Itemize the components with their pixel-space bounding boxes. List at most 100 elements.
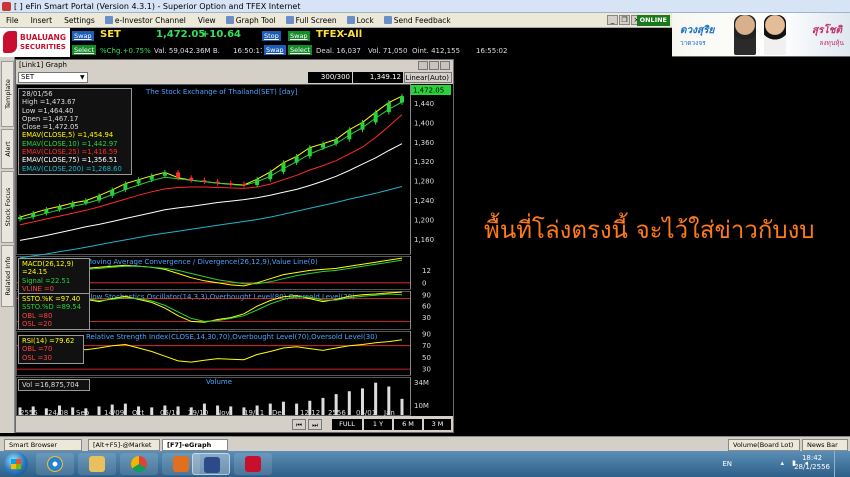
menu-full-screen[interactable]: Full Screen — [282, 13, 343, 27]
candle-body — [83, 200, 88, 203]
ad-text-2: วาดวงจร — [680, 39, 706, 47]
menu-view[interactable]: View — [192, 13, 222, 27]
menu-graph-tool[interactable]: Graph Tool — [222, 13, 282, 27]
candle-body — [97, 195, 102, 201]
candle-body — [70, 203, 75, 207]
price-tick-label: 1,440 — [414, 100, 434, 108]
minimize-icon[interactable]: _ — [607, 15, 618, 25]
tab-smart-browser[interactable]: Smart Browser — [4, 439, 82, 451]
rsi-tick-label: 30 — [422, 366, 431, 374]
window-title: eFin Smart Portal (Version 4.3.1) - Supe… — [25, 2, 301, 11]
tfex-deal: Deal. 16,037 — [316, 47, 361, 55]
range-3m-button[interactable]: 3 M — [424, 419, 451, 430]
set-value: Val. 59,042.36M B. — [154, 47, 220, 55]
time-tick-label: 19/11 — [244, 409, 264, 416]
candle-body — [360, 122, 365, 130]
sto-tick-label: 60 — [422, 303, 431, 311]
rsi-tick-label: 90 — [422, 330, 431, 338]
candle-body — [281, 162, 286, 172]
graph-close-icon[interactable] — [440, 61, 450, 70]
taskbar-other[interactable] — [234, 453, 272, 475]
language-indicator[interactable]: EN — [722, 460, 732, 468]
graph-window-title: [Link1] Graph — [19, 61, 67, 69]
tab-stock-focus[interactable]: Stock Focus — [1, 171, 14, 243]
start-button[interactable] — [4, 452, 28, 476]
rsi-tick-label: 70 — [422, 342, 431, 350]
tab-egraph[interactable]: [F7]-eGraph — [162, 439, 228, 451]
candle-body — [123, 183, 128, 190]
tfex-swap-button[interactable]: Swap — [264, 45, 286, 55]
logo-name: BUALUANG — [20, 33, 66, 42]
menu-send-feedback[interactable]: Send Feedback — [380, 13, 457, 27]
tfex-select-button[interactable]: Select — [288, 45, 313, 55]
volume-bar — [400, 398, 404, 415]
lower-tab-bar: Smart Browser [Alt+F5]-@Market [F7]-eGra… — [0, 436, 850, 451]
menu-e-investor-channel[interactable]: e-Investor Channel — [101, 13, 192, 27]
legend-rsi-obl: OBL =70 — [22, 345, 53, 354]
taskbar-ie[interactable] — [36, 453, 74, 475]
range-full-button[interactable]: FULL — [332, 419, 362, 430]
clock-date: 28/1/2556 — [794, 463, 830, 471]
tab-stock-focus-label: Stock Focus — [3, 187, 12, 227]
jump-end-icon[interactable]: ⏭ — [308, 419, 322, 430]
taskbar-explorer[interactable] — [78, 453, 116, 475]
candle-body — [110, 189, 115, 196]
legend-sto-osl: OSL =20 — [22, 319, 52, 328]
symbol-select[interactable]: SET — [18, 72, 88, 83]
menu-file[interactable]: File — [0, 13, 25, 27]
menu-lock[interactable]: Lock — [343, 13, 380, 27]
sto-legend-box: SSTO.%K =97.40 SSTO.%D =89.54 OBL =80 OS… — [18, 293, 90, 331]
volume-tick-label: 10M — [414, 402, 429, 410]
tfex-symbol: TFEX-All — [316, 29, 363, 40]
logo-subname: SECURITIES — [20, 43, 66, 51]
range-6m-button[interactable]: 6 M — [394, 419, 422, 430]
price-tick-label: 1,360 — [414, 139, 434, 147]
candle-body — [215, 181, 220, 184]
graph-minimize-icon[interactable] — [418, 61, 428, 70]
restore-icon[interactable]: ❐ — [619, 15, 630, 25]
candle-body — [241, 184, 246, 186]
time-tick-label: 24/08 — [48, 409, 68, 416]
legend-open: Open =1,467.17 — [22, 114, 79, 123]
legend-signal: Signal =22.51 — [22, 276, 71, 285]
time-tick-label: 14/09 — [104, 409, 124, 416]
show-desktop-button[interactable] — [834, 451, 844, 477]
tab-related-info[interactable]: Related Info — [1, 245, 14, 307]
set-select-button[interactable]: Select — [72, 45, 97, 55]
legend-ema10: EMAV(CLOSE,10) =1,442.97 — [22, 139, 118, 148]
scale-mode-select[interactable]: Linear(Auto) — [404, 72, 452, 83]
menu-insert[interactable]: Insert — [25, 13, 59, 27]
legend-sto-obl: OBL =80 — [22, 311, 53, 320]
legend-close: Close =1,472.05 — [22, 123, 79, 132]
legend-ema5: EMAV(CLOSE,5) =1,454.94 — [22, 131, 114, 140]
tab-volume-board-lot[interactable]: Volume(Board Lot) — [728, 439, 800, 451]
jump-start-icon[interactable]: ⏮ — [292, 419, 306, 430]
tab-market[interactable]: [Alt+F5]-@Market — [88, 439, 160, 451]
candle-body — [255, 179, 260, 186]
advertisement-banner[interactable]: ดวงสุริย วาดวงจร สุรโชติ ลงทุนหุ้น — [672, 13, 850, 57]
candle-body — [149, 175, 154, 180]
logo-mark-icon — [3, 31, 17, 53]
tfex-stop-button[interactable]: Stop — [262, 31, 281, 41]
menu-settings[interactable]: Settings — [58, 13, 101, 27]
taskbar-chrome[interactable] — [120, 453, 158, 475]
tab-alert[interactable]: Alert — [1, 129, 14, 169]
tray-arrow-icon[interactable]: ▴ — [780, 459, 784, 467]
tab-alert-label: Alert — [3, 141, 12, 157]
tfex-open-interest: Oint. 412,155 — [412, 47, 461, 55]
graph-maximize-icon[interactable] — [429, 61, 439, 70]
legend-ema200: EMAV(CLOSE,200) =1,268.60 — [22, 164, 122, 173]
range-1y-button[interactable]: 1 Y — [364, 419, 392, 430]
taskbar-efin[interactable] — [192, 453, 230, 475]
tab-news-bar[interactable]: News Bar — [802, 439, 848, 451]
tab-template[interactable]: Template — [1, 61, 14, 127]
clock[interactable]: 18:42 28/1/2556 — [794, 454, 830, 472]
set-symbol: SET — [100, 29, 121, 40]
chrome-icon — [131, 456, 147, 472]
last-price-marker-label: 1,472.05 — [413, 87, 444, 95]
set-swap-button[interactable]: Swap — [72, 31, 94, 41]
tfex-select-button-top[interactable]: Swap — [288, 31, 310, 41]
volume-bar — [229, 406, 233, 415]
chevron-down-icon[interactable]: ▼ — [80, 74, 85, 81]
candle-body — [320, 143, 325, 148]
